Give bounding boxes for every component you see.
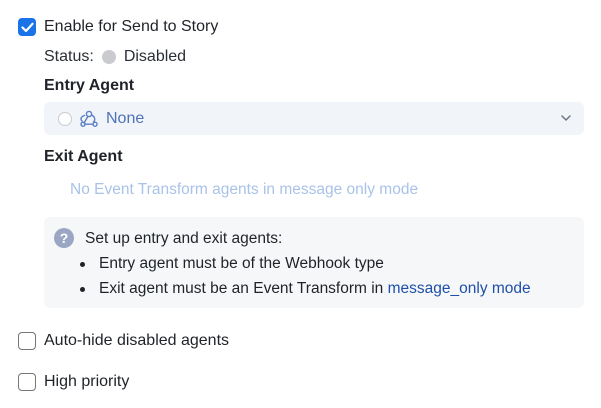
info-bullet-exit-text: Exit agent must be an Event Transform in: [99, 280, 388, 297]
status-indicator-icon: [101, 50, 116, 64]
send-to-story-checkbox[interactable]: [18, 18, 36, 36]
info-heading: Set up entry and exit agents:: [85, 230, 283, 247]
exit-agent-title: Exit Agent: [44, 148, 123, 165]
auto-hide-checkbox[interactable]: [18, 332, 36, 350]
high-priority-row[interactable]: High priority: [18, 372, 129, 392]
checkmark-icon: [20, 22, 34, 32]
info-bullet-exit: Exit agent must be an Event Transform in…: [80, 280, 531, 298]
webhook-icon: [78, 109, 100, 129]
exit-agent-empty-message: No Event Transform agents in message onl…: [70, 181, 419, 198]
auto-hide-label[interactable]: Auto-hide disabled agents: [44, 332, 229, 350]
info-callout: ? Set up entry and exit agents: Entry ag…: [44, 217, 584, 308]
chevron-down-icon: [560, 112, 572, 124]
message-only-mode-link[interactable]: message_only mode: [388, 280, 531, 298]
auto-hide-row[interactable]: Auto-hide disabled agents: [18, 331, 229, 351]
send-to-story-row[interactable]: Enable for Send to Story: [18, 17, 218, 37]
send-to-story-label[interactable]: Enable for Send to Story: [44, 18, 218, 36]
status-value: Disabled: [123, 48, 187, 65]
status-row: Status: Disabled: [44, 47, 186, 67]
high-priority-label[interactable]: High priority: [44, 373, 129, 391]
status-label: Status:: [44, 48, 94, 65]
info-bullet-entry: Entry agent must be of the Webhook type: [80, 255, 384, 273]
info-bullet-entry-text: Entry agent must be of the Webhook type: [99, 255, 384, 272]
high-priority-checkbox[interactable]: [18, 373, 36, 391]
bullet-dot: [80, 286, 85, 292]
entry-agent-title: Entry Agent: [44, 77, 135, 94]
entry-agent-selected-value: None: [106, 109, 145, 127]
radio-icon: [58, 111, 72, 126]
bullet-dot: [80, 261, 85, 267]
entry-agent-select[interactable]: None: [44, 102, 584, 135]
question-icon: ?: [54, 228, 74, 248]
